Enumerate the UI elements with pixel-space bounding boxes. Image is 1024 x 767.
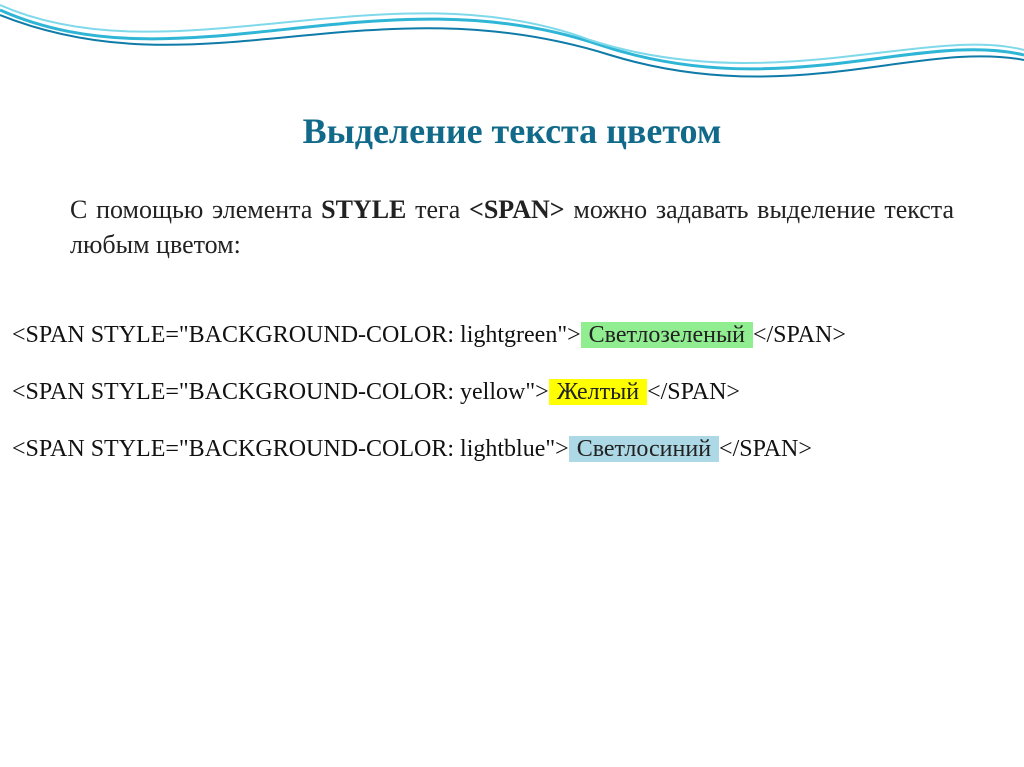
intro-text-2: тега xyxy=(406,195,469,224)
example-line-yellow: <SPAN STYLE="BACKGROUND-COLOR: yellow"> … xyxy=(12,379,1014,406)
page-title: Выделение текста цветом xyxy=(0,110,1024,152)
intro-text-1: С помощью элемента xyxy=(70,195,321,224)
highlight-green: Светлозеленый xyxy=(581,322,753,348)
highlight-yellow: Желтый xyxy=(549,379,647,405)
intro-paragraph: С помощью элемента STYLE тега <SPAN> мож… xyxy=(70,192,954,262)
code-suffix: </SPAN> xyxy=(753,322,846,348)
example-line-green: <SPAN STYLE="BACKGROUND-COLOR: lightgree… xyxy=(12,322,1014,349)
example-line-blue: <SPAN STYLE="BACKGROUND-COLOR: lightblue… xyxy=(12,436,1014,463)
code-examples: <SPAN STYLE="BACKGROUND-COLOR: lightgree… xyxy=(12,322,1014,463)
intro-style-word: STYLE xyxy=(321,195,406,224)
code-prefix: <SPAN STYLE="BACKGROUND-COLOR: lightgree… xyxy=(12,322,581,348)
highlight-blue: Светлосиний xyxy=(569,436,719,462)
code-prefix: <SPAN STYLE="BACKGROUND-COLOR: yellow"> xyxy=(12,379,549,405)
intro-span-word: <SPAN> xyxy=(469,195,565,224)
code-suffix: </SPAN> xyxy=(647,379,740,405)
code-suffix: </SPAN> xyxy=(719,436,812,462)
code-prefix: <SPAN STYLE="BACKGROUND-COLOR: lightblue… xyxy=(12,436,569,462)
